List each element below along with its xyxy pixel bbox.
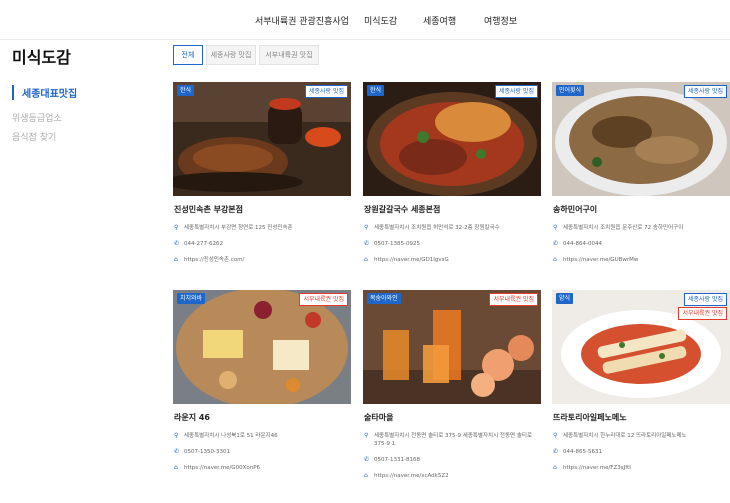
- restaurant-photo: 양식 세종사랑 맛집 서부내륙권 맛집: [552, 290, 730, 404]
- tag-sejong-love: 세종사랑 맛집: [304, 85, 348, 98]
- address-text: 세종특별자치시 조치원읍 허만석로 32-2층 장원칼국수: [374, 225, 500, 231]
- url-link[interactable]: https://naver.me/xcAdk5Z2: [374, 473, 449, 479]
- location-pin-icon: ⚲: [364, 224, 369, 231]
- phone-text: 0507-1350-3301: [184, 449, 230, 455]
- restaurant-name[interactable]: 진성민속촌 부강본점: [174, 204, 351, 215]
- page-title: 미식도감: [12, 48, 71, 67]
- restaurant-name[interactable]: 뜨라토리아일페노메노: [553, 412, 730, 423]
- phone-icon: ✆: [174, 448, 180, 455]
- tag-west-inland: 서부내륙권 맛집: [299, 293, 348, 306]
- nav-item-travel-info[interactable]: 여행정보: [484, 14, 517, 27]
- phone-text: 044-864-0044: [563, 241, 602, 247]
- category-badge: 한식: [177, 85, 195, 96]
- address-row: ⚲ 세종특별자치시 한누리대로 12 뜨라토리아일페노메노: [552, 432, 730, 440]
- tag-sejong-love: 세종사랑 맛집: [683, 85, 727, 98]
- address-text: 세종특별자치시 조치원읍 문주산로 72 송하민어구이: [563, 225, 684, 231]
- url-row[interactable]: ⌂ https://진성민속촌.com/: [173, 256, 351, 264]
- url-row[interactable]: ⌂ https://naver.me/G00XonP6: [173, 464, 351, 472]
- sidebar-item-find-restaurant[interactable]: 음식점 찾기: [12, 130, 56, 143]
- address-text: 세종특별자치시 나성북1로 51 라운지46: [184, 433, 278, 439]
- restaurant-photo: 한식 세종사랑 맛집: [363, 82, 541, 196]
- restaurant-card[interactable]: 한식 세종사랑 맛집 장원갈갈국수 세종본점 ⚲ 세종특별자치시 조치원읍 허만석…: [363, 82, 541, 264]
- address-text: 세종특별자치시 부강면 청연로 125 진성민속촌: [184, 225, 293, 231]
- home-icon: ⌂: [553, 464, 557, 471]
- phone-row: ✆ 0507-1350-3301: [173, 448, 351, 456]
- restaurant-photo: 민어횟식 세종사랑 맛집: [552, 82, 730, 196]
- phone-text: 044-865-5631: [563, 449, 602, 455]
- restaurant-name[interactable]: 라운지 46: [174, 412, 351, 423]
- phone-row: ✆ 044-865-5631: [552, 448, 730, 456]
- restaurant-card[interactable]: 복숭아와인 서부내륙권 맛집 술타마을 ⚲ 세종특별자치시 전동면 솔티로 375…: [363, 290, 541, 480]
- restaurant-name[interactable]: 장원갈갈국수 세종본점: [364, 204, 541, 215]
- phone-icon: ✆: [364, 240, 370, 247]
- location-pin-icon: ⚲: [553, 432, 558, 439]
- restaurant-card[interactable]: 민어횟식 세종사랑 맛집 송하민어구이 ⚲ 세종특별자치시 조치원읍 문주산로 7…: [552, 82, 730, 264]
- address-row: ⚲ 세종특별자치시 조치원읍 문주산로 72 송하민어구이: [552, 224, 730, 232]
- tag-sejong-love: 세종사랑 맛집: [683, 293, 727, 306]
- category-badge: 복숭아와인: [367, 293, 401, 304]
- category-badge: 양식: [556, 293, 574, 304]
- tag-west-inland: 서부내륙권 맛집: [489, 293, 538, 306]
- restaurant-card[interactable]: 치치와바 서부내륙권 맛집 라운지 46 ⚲ 세종특별자치시 나성북1로 51 라…: [173, 290, 351, 472]
- top-navigation: 서부내륙권 관광진흥사업 미식도감 세종여행 여행정보: [0, 0, 730, 40]
- nav-item-food-guide[interactable]: 미식도감: [364, 14, 397, 27]
- location-pin-icon: ⚲: [174, 432, 179, 439]
- restaurant-photo: 복숭아와인 서부내륙권 맛집: [363, 290, 541, 404]
- url-link[interactable]: https://naver.me/G00XonP6: [184, 465, 260, 471]
- home-icon: ⌂: [553, 256, 557, 263]
- url-row[interactable]: ⌂ https://naver.me/GUBwrMw: [552, 256, 730, 264]
- tab-all[interactable]: 전체: [173, 45, 203, 65]
- address-row: ⚲ 세종특별자치시 전동면 솔티로 375-9 세종특별자치시 전동면 솔티로 3…: [363, 432, 539, 448]
- url-row[interactable]: ⌂ https://naver.me/FZ3sJftI: [552, 464, 730, 472]
- nav-item-sejong-travel[interactable]: 세종여행: [423, 14, 456, 27]
- phone-text: 0507-1385-0925: [374, 241, 420, 247]
- home-icon: ⌂: [364, 256, 368, 263]
- address-row: ⚲ 세종특별자치시 조치원읍 허만석로 32-2층 장원칼국수: [363, 224, 541, 232]
- restaurant-name[interactable]: 술타마을: [364, 412, 541, 423]
- url-link[interactable]: https://naver.me/FZ3sJftI: [563, 465, 631, 471]
- restaurant-card[interactable]: 양식 세종사랑 맛집 서부내륙권 맛집 뜨라토리아일페노메노 ⚲ 세종특별자치시 …: [552, 290, 730, 472]
- sidebar-item-sejong-restaurants[interactable]: 세종대표맛집: [12, 85, 77, 100]
- tag-west-inland: 서부내륙권 맛집: [678, 307, 727, 320]
- url-link[interactable]: https://naver.me/GD1IgvsG: [374, 257, 449, 263]
- restaurant-card[interactable]: 한식 세종사랑 맛집 진성민속촌 부강본점 ⚲ 세종특별자치시 부강면 청연로 1…: [173, 82, 351, 264]
- nav-item-west-inland-tourism[interactable]: 서부내륙권 관광진흥사업: [255, 14, 349, 27]
- restaurant-photo: 한식 세종사랑 맛집: [173, 82, 351, 196]
- home-icon: ⌂: [174, 256, 178, 263]
- category-badge: 치치와바: [177, 293, 206, 304]
- restaurant-name[interactable]: 송하민어구이: [553, 204, 730, 215]
- phone-row: ✆ 044-277-6262: [173, 240, 351, 248]
- url-row[interactable]: ⌂ https://naver.me/xcAdk5Z2: [363, 472, 541, 480]
- address-row: ⚲ 세종특별자치시 부강면 청연로 125 진성민속촌: [173, 224, 351, 232]
- phone-text: 0507-1331-8168: [374, 457, 420, 463]
- category-badge: 민어횟식: [556, 85, 585, 96]
- phone-text: 044-277-6262: [184, 241, 223, 247]
- location-pin-icon: ⚲: [553, 224, 558, 231]
- address-text: 세종특별자치시 전동면 솔티로 375-9 세종특별자치시 전동면 솔티로 37…: [374, 433, 533, 447]
- tab-sejong-love[interactable]: 세종사랑 맛집: [206, 45, 256, 65]
- phone-icon: ✆: [553, 240, 559, 247]
- home-icon: ⌂: [174, 464, 178, 471]
- phone-icon: ✆: [364, 456, 370, 463]
- location-pin-icon: ⚲: [364, 432, 369, 439]
- url-link[interactable]: https://진성민속촌.com/: [184, 257, 244, 263]
- location-pin-icon: ⚲: [174, 224, 179, 231]
- phone-row: ✆ 044-864-0044: [552, 240, 730, 248]
- restaurant-photo: 치치와바 서부내륙권 맛집: [173, 290, 351, 404]
- phone-icon: ✆: [553, 448, 559, 455]
- phone-row: ✆ 0507-1331-8168: [363, 456, 541, 464]
- tab-west-inland[interactable]: 서부내륙권 맛집: [259, 45, 319, 65]
- home-icon: ⌂: [364, 472, 368, 479]
- sidebar-item-hygiene-grade[interactable]: 위생등급업소: [12, 111, 62, 124]
- phone-icon: ✆: [174, 240, 180, 247]
- category-badge: 한식: [367, 85, 385, 96]
- phone-row: ✆ 0507-1385-0925: [363, 240, 541, 248]
- tag-sejong-love: 세종사랑 맛집: [494, 85, 538, 98]
- url-link[interactable]: https://naver.me/GUBwrMw: [563, 257, 638, 263]
- address-row: ⚲ 세종특별자치시 나성북1로 51 라운지46: [173, 432, 351, 440]
- url-row[interactable]: ⌂ https://naver.me/GD1IgvsG: [363, 256, 541, 264]
- address-text: 세종특별자치시 한누리대로 12 뜨라토리아일페노메노: [563, 433, 687, 439]
